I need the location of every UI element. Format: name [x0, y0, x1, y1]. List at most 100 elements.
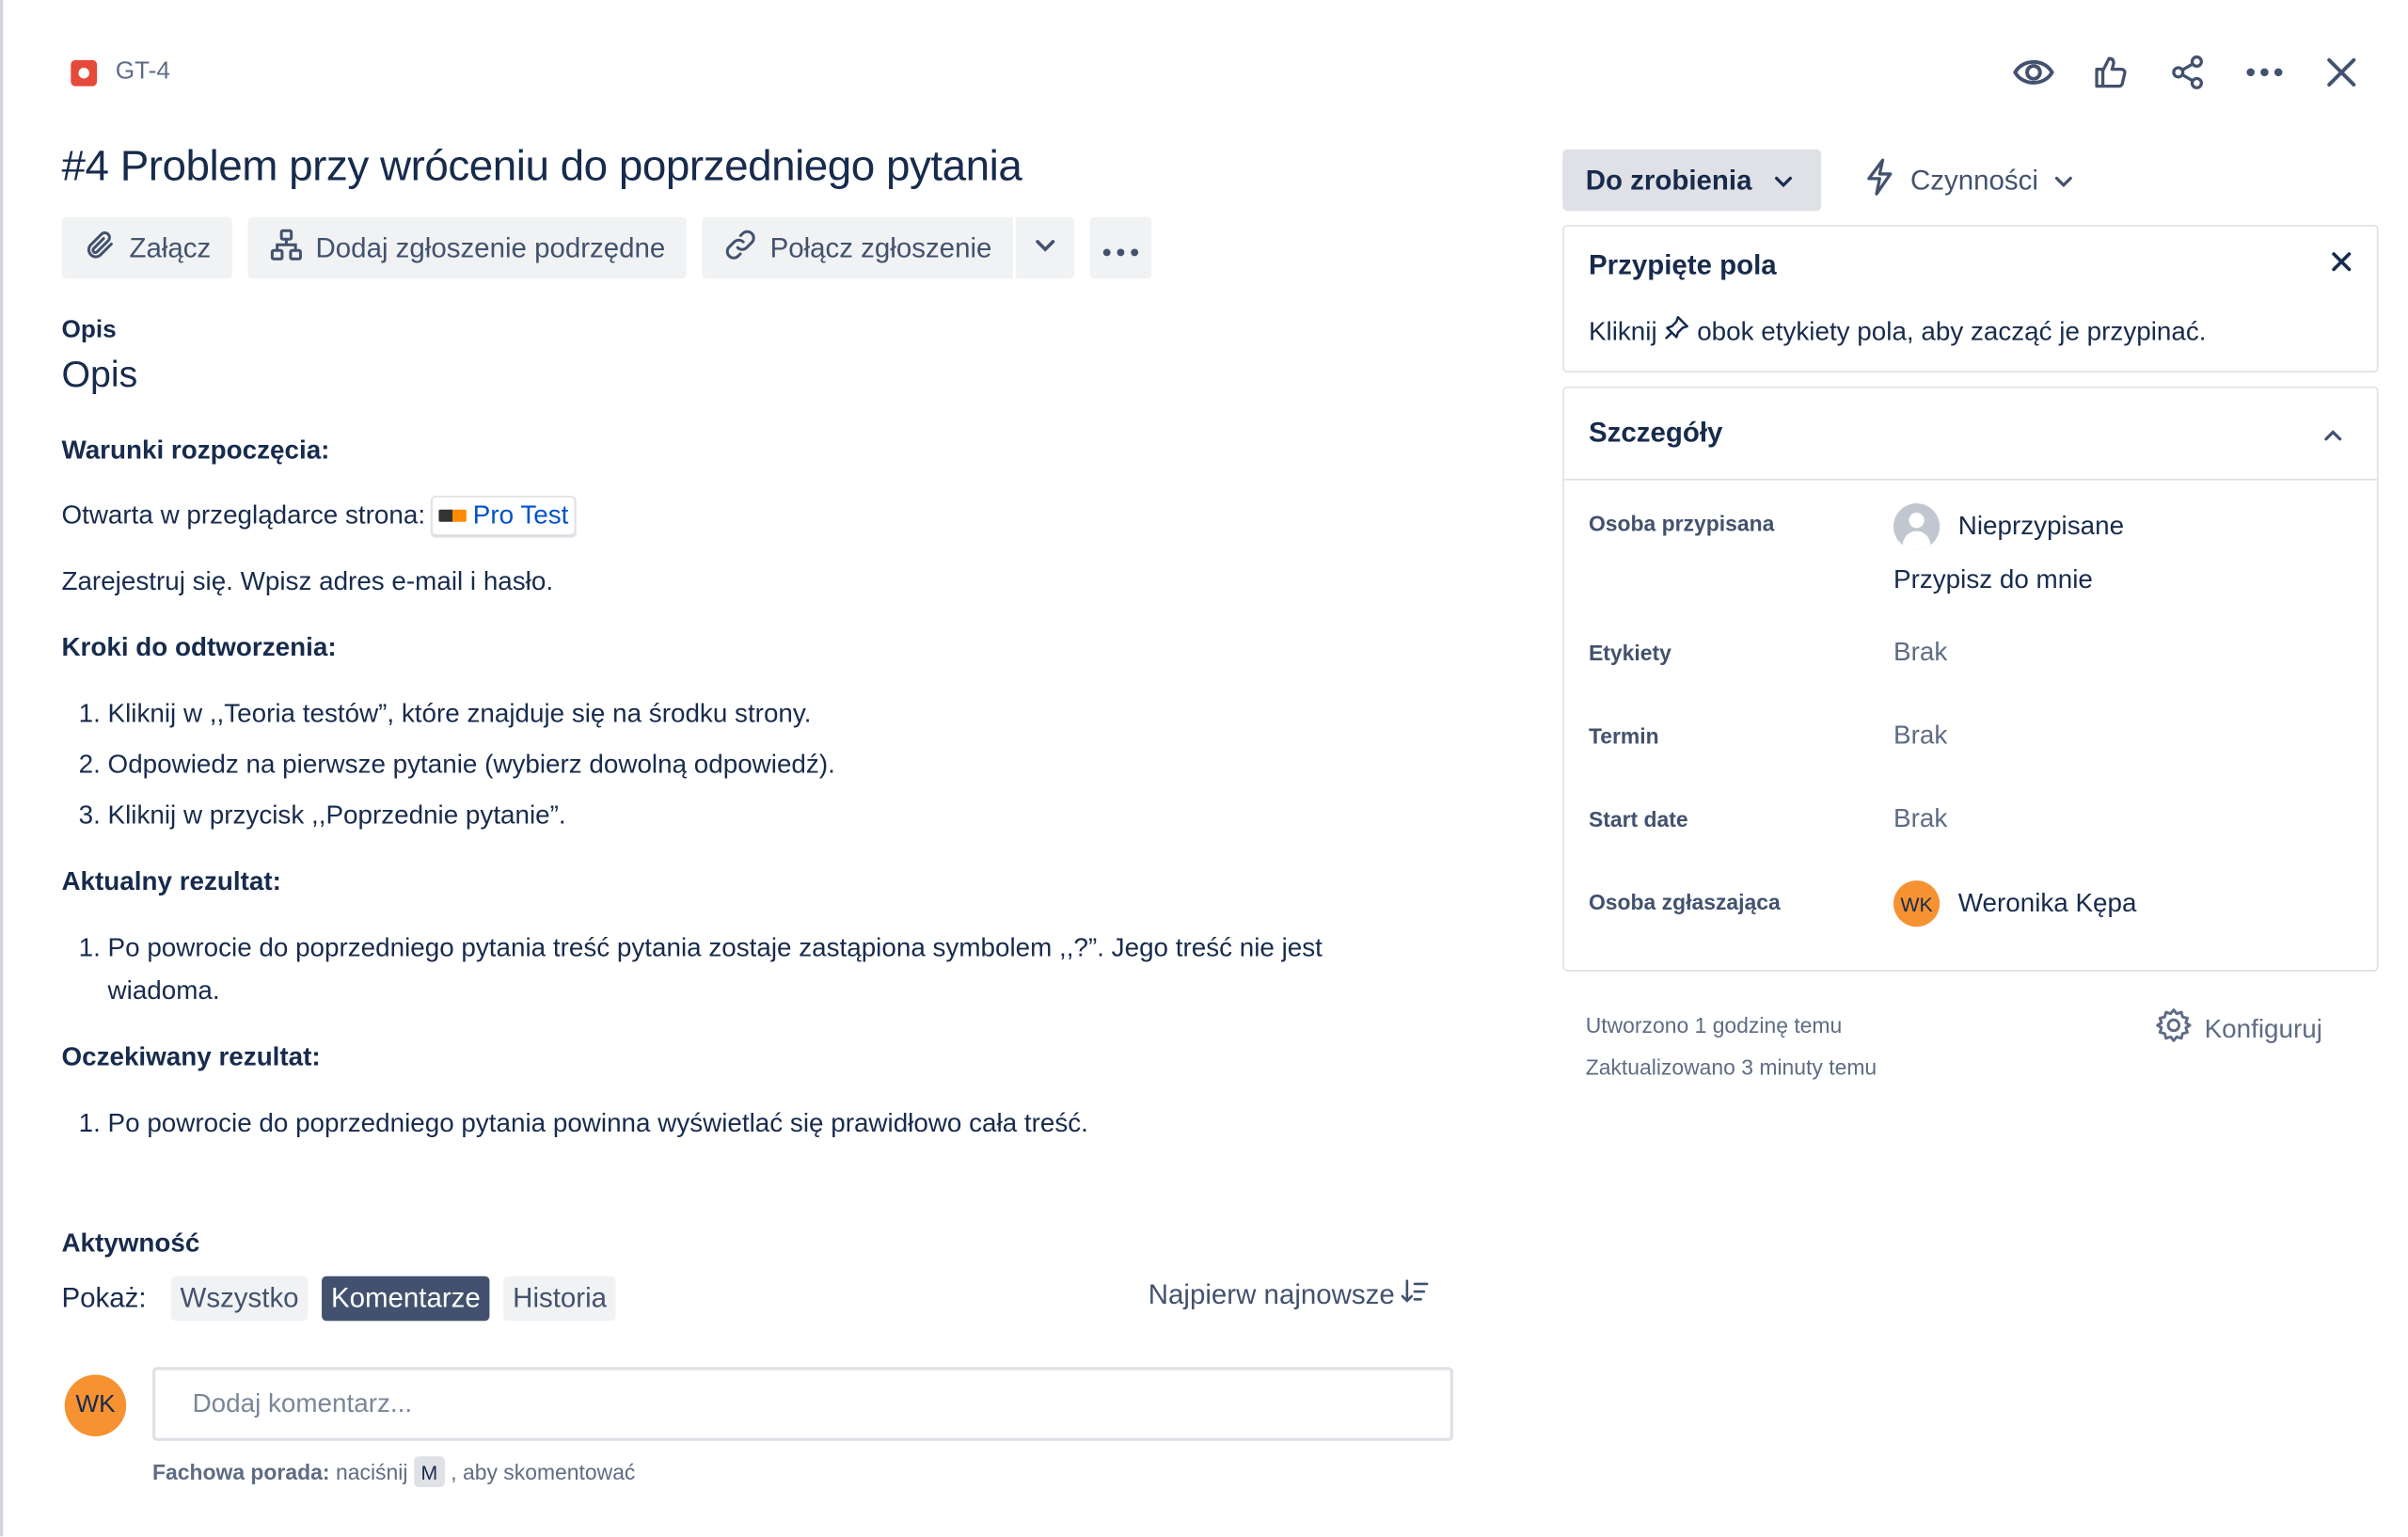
show-label: Pokaż: — [61, 1282, 147, 1314]
left-divider — [0, 0, 4, 1537]
paperclip-icon — [83, 227, 117, 268]
link-icon — [723, 227, 757, 268]
lightning-icon — [1864, 157, 1895, 202]
issue-key-breadcrumb[interactable]: GT-4 — [71, 58, 170, 86]
chevron-up-icon — [2323, 421, 2343, 449]
details-header[interactable]: Szczegóły — [1563, 388, 2377, 481]
issue-key[interactable]: GT-4 — [116, 58, 170, 86]
link-issue-label: Połącz zgłoszenie — [769, 231, 992, 263]
expected-item: Po powrocie do poprzedniego pytania powi… — [108, 1102, 1417, 1146]
reporter-field[interactable]: WK Weronika Kępa — [1893, 880, 2136, 927]
top-actions — [2007, 46, 2368, 99]
actual-list: Po powrocie do poprzedniego pytania treś… — [61, 927, 1416, 1013]
labels-value[interactable]: Brak — [1893, 638, 1947, 669]
attach-button[interactable]: Załącz — [61, 216, 233, 279]
assignee-label: Osoba przypisana — [1588, 511, 1775, 536]
status-label: Do zrobienia — [1585, 164, 1752, 196]
attach-label: Załącz — [129, 231, 212, 263]
gear-icon — [2155, 1006, 2192, 1051]
start-label: Start date — [1588, 806, 1688, 832]
filter-history[interactable]: Historia — [503, 1276, 616, 1322]
configure-button[interactable]: Konfiguruj — [2155, 1006, 2322, 1051]
assignee-field[interactable]: Nieprzypisane — [1893, 503, 2125, 550]
thumbs-up-icon[interactable] — [2084, 46, 2137, 99]
start-value[interactable]: Brak — [1893, 803, 1947, 834]
chevron-down-icon — [1773, 164, 1793, 196]
expected-title: Oczekiwany rezultat: — [61, 1041, 321, 1072]
pin-icon — [1663, 314, 1690, 350]
pinned-hint: Kliknij obok etykiety pola, aby zacząć j… — [1588, 314, 2207, 350]
steps-list: Kliknij w ,,Teoria testów”, które znajdu… — [61, 692, 1416, 837]
reporter-avatar: WK — [1893, 880, 1941, 927]
step-item: Odpowiedz na pierwsze pytanie (wybierz d… — [108, 743, 1417, 786]
activity-section: Aktywność Pokaż: Wszystko Komentarze His… — [61, 1228, 1453, 1487]
details-title: Szczegóły — [1588, 417, 1723, 449]
link-issue-dropdown[interactable] — [1017, 217, 1075, 278]
due-value[interactable]: Brak — [1893, 721, 1947, 752]
more-actions-button[interactable] — [1090, 216, 1152, 279]
actual-item: Po powrocie do poprzedniego pytania treś… — [108, 927, 1417, 1013]
description-label: Opis — [61, 317, 117, 343]
close-icon[interactable] — [2331, 251, 2353, 280]
bug-icon — [71, 59, 98, 86]
pro-test-link[interactable]: Pro Test — [431, 495, 577, 536]
link-issue-split-button: Połącz zgłoszenie — [702, 216, 1075, 279]
status-dropdown[interactable]: Do zrobienia — [1562, 149, 1822, 212]
unassigned-avatar-icon — [1893, 503, 1941, 550]
sort-icon — [1401, 1279, 1429, 1311]
activity-filter-row: Pokaż: Wszystko Komentarze Historia Najp… — [61, 1276, 1452, 1322]
reporter-value: Weronika Kępa — [1957, 888, 2137, 918]
labels-label: Etykiety — [1588, 640, 1671, 666]
issue-view: GT-4 #4 Problem przy wróceniu do poprzed… — [0, 0, 2408, 1537]
assign-to-me-link[interactable]: Przypisz do mnie — [1893, 565, 2093, 596]
more-icon[interactable] — [2239, 46, 2291, 99]
close-icon[interactable] — [2315, 46, 2368, 99]
top-bar: GT-4 — [0, 0, 2408, 148]
pinned-fields-panel: Przypięte pola Kliknij obok etykiety pol… — [1562, 224, 2379, 373]
preconditions-title: Warunki rozpoczęcia: — [61, 436, 330, 466]
open-page-text: Otwarta w przeglądarce strona: — [61, 499, 426, 530]
sort-toggle[interactable]: Najpierw najnowsze — [1149, 1279, 1429, 1311]
sort-label: Najpierw najnowsze — [1148, 1279, 1395, 1310]
pinned-hint-pre: Kliknij — [1588, 316, 1657, 346]
tip-pre: naciśnij — [336, 1459, 408, 1484]
chevron-down-icon — [1035, 234, 1056, 261]
eye-icon[interactable] — [2007, 46, 2060, 99]
step-item: Kliknij w ,,Teoria testów”, które znajdu… — [108, 692, 1417, 736]
activity-title: Aktywność — [61, 1228, 200, 1259]
issue-meta: Utworzono 1 godzinę temu Zaktualizowano … — [1586, 1006, 1877, 1088]
actions-dropdown[interactable]: Czynności — [1852, 150, 2074, 211]
pro-tip: Fachowa porada: naciśnij M , aby skoment… — [152, 1456, 635, 1487]
configure-label: Konfiguruj — [2204, 1013, 2322, 1043]
actual-title: Aktualny rezultat: — [61, 866, 281, 896]
hierarchy-icon — [269, 227, 303, 268]
add-child-label: Dodaj zgłoszenie podrzędne — [315, 231, 666, 263]
pro-test-label: Pro Test — [472, 499, 569, 530]
details-panel: Szczegóły Osoba przypisana Nieprzypisane… — [1562, 386, 2379, 972]
steps-title: Kroki do odtworzenia: — [61, 632, 337, 662]
favicon-icon — [438, 509, 467, 522]
description[interactable]: Opis Opis Warunki rozpoczęcia: Otwarta w… — [61, 317, 1447, 1137]
shortcut-key: M — [413, 1456, 445, 1487]
register-text: Zarejestruj się. Wpisz adres e-mail i ha… — [61, 566, 554, 596]
filter-all[interactable]: Wszystko — [170, 1276, 309, 1322]
comment-input[interactable]: Dodaj komentarz... — [152, 1367, 1453, 1441]
issue-title[interactable]: #4 Problem przy wróceniu do poprzedniego… — [61, 142, 1022, 191]
pinned-hint-post: obok etykiety pola, aby zacząć je przypi… — [1697, 316, 2207, 346]
tip-post: , aby skomentować — [451, 1459, 636, 1484]
share-icon[interactable] — [2162, 46, 2214, 99]
open-page-line: Otwarta w przeglądarce strona: Pro Test — [61, 495, 577, 536]
filter-comments[interactable]: Komentarze — [322, 1276, 490, 1322]
link-issue-button[interactable]: Połącz zgłoszenie — [703, 216, 1017, 279]
assignee-value: Nieprzypisane — [1957, 511, 2125, 541]
reporter-label: Osoba zgłaszająca — [1588, 889, 1781, 915]
actions-label: Czynności — [1910, 164, 2038, 196]
description-heading: Opis — [61, 354, 138, 396]
add-child-issue-button[interactable]: Dodaj zgłoszenie podrzędne — [247, 216, 688, 279]
pinned-title: Przypięte pola — [1588, 249, 1777, 280]
tip-bold: Fachowa porada: — [152, 1459, 330, 1484]
step-item: Kliknij w przycisk ,,Poprzednie pytanie”… — [108, 794, 1417, 837]
updated-text: Zaktualizowano 3 minuty temu — [1585, 1054, 1877, 1080]
more-icon — [1102, 231, 1139, 263]
current-user-avatar: WK — [64, 1374, 127, 1436]
